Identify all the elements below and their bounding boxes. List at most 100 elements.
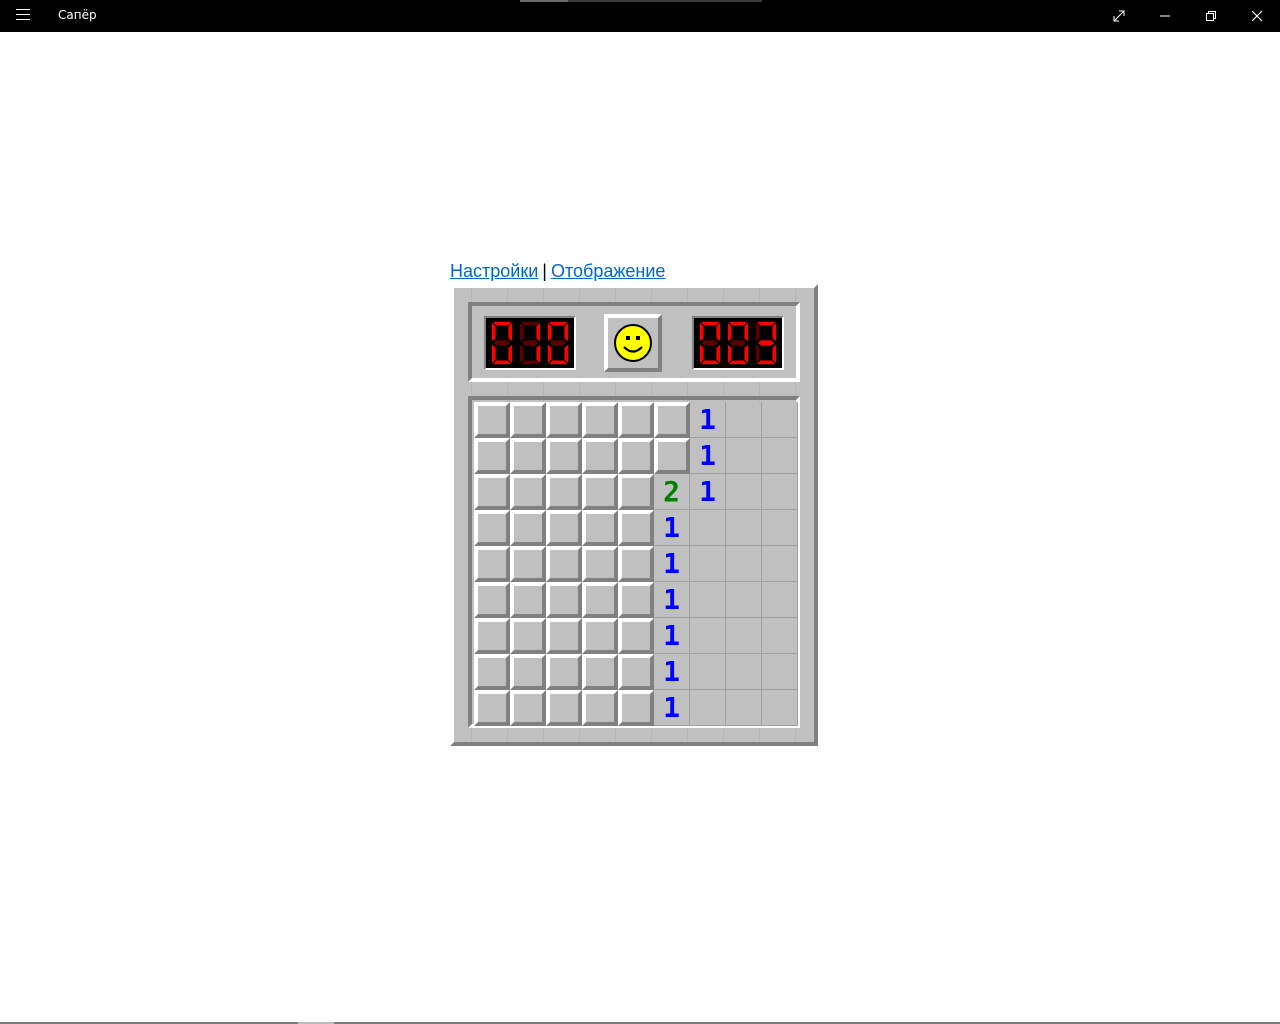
board-cell[interactable] xyxy=(762,402,798,438)
board-cell[interactable] xyxy=(762,510,798,546)
board-cell[interactable] xyxy=(762,654,798,690)
led-digit xyxy=(519,321,541,365)
hamburger-icon[interactable] xyxy=(16,9,30,22)
board-cell[interactable] xyxy=(546,402,582,438)
board-cell[interactable] xyxy=(762,438,798,474)
board-cell[interactable] xyxy=(546,654,582,690)
board-cell[interactable] xyxy=(726,582,762,618)
board-cell[interactable] xyxy=(618,402,654,438)
board-cell[interactable]: 1 xyxy=(654,546,690,582)
board-cell[interactable] xyxy=(618,654,654,690)
board-cell[interactable] xyxy=(582,474,618,510)
board-cell[interactable]: 1 xyxy=(690,474,726,510)
board-cell[interactable] xyxy=(582,654,618,690)
board-cell[interactable] xyxy=(690,582,726,618)
board-cell[interactable] xyxy=(582,582,618,618)
board-cell[interactable] xyxy=(546,618,582,654)
board-cell[interactable] xyxy=(690,546,726,582)
drag-indicator xyxy=(520,0,762,2)
board-cell[interactable] xyxy=(510,474,546,510)
new-game-button[interactable] xyxy=(604,314,662,372)
board-cell[interactable] xyxy=(762,618,798,654)
board-cell[interactable]: 1 xyxy=(654,618,690,654)
board-cell[interactable] xyxy=(474,510,510,546)
board-cell[interactable] xyxy=(582,618,618,654)
board-cell[interactable]: 2 xyxy=(654,474,690,510)
board-cell[interactable] xyxy=(618,582,654,618)
board-cell[interactable] xyxy=(546,510,582,546)
board-cell[interactable] xyxy=(762,546,798,582)
board-cell[interactable]: 1 xyxy=(690,438,726,474)
board-cell[interactable] xyxy=(546,438,582,474)
board-cell[interactable] xyxy=(726,510,762,546)
board-cell[interactable] xyxy=(546,546,582,582)
board-cell[interactable] xyxy=(726,402,762,438)
board-cell[interactable] xyxy=(762,582,798,618)
board-cell[interactable] xyxy=(474,690,510,726)
display-link[interactable]: Отображение xyxy=(551,261,665,281)
board-cell[interactable] xyxy=(510,690,546,726)
board-cell[interactable] xyxy=(654,402,690,438)
board-cell[interactable] xyxy=(762,474,798,510)
board-cell[interactable] xyxy=(726,654,762,690)
minimize-button[interactable] xyxy=(1142,0,1188,32)
board-cell[interactable]: 1 xyxy=(654,510,690,546)
board-cell[interactable] xyxy=(510,546,546,582)
board-cell[interactable] xyxy=(510,402,546,438)
board-cell[interactable] xyxy=(726,546,762,582)
board-cell[interactable] xyxy=(726,690,762,726)
cell-number: 1 xyxy=(699,474,716,508)
restore-button[interactable] xyxy=(1188,0,1234,32)
restore-icon xyxy=(1206,11,1216,21)
board-cell[interactable] xyxy=(546,582,582,618)
led-digit xyxy=(547,321,569,365)
board-cell[interactable] xyxy=(618,690,654,726)
board-cell[interactable] xyxy=(618,474,654,510)
board-cell[interactable] xyxy=(654,438,690,474)
board-cell[interactable] xyxy=(510,510,546,546)
board-cell[interactable] xyxy=(510,654,546,690)
board-cell[interactable] xyxy=(474,474,510,510)
board-cell[interactable] xyxy=(690,510,726,546)
board-cell[interactable] xyxy=(546,690,582,726)
board-cell[interactable] xyxy=(618,546,654,582)
board-cell[interactable] xyxy=(474,438,510,474)
board-cell[interactable] xyxy=(474,618,510,654)
led-digit xyxy=(491,321,513,365)
cell-number: 1 xyxy=(663,618,680,652)
board-cell[interactable] xyxy=(510,438,546,474)
board-cell[interactable]: 1 xyxy=(654,582,690,618)
board-cell[interactable] xyxy=(582,438,618,474)
board-cell[interactable]: 1 xyxy=(654,654,690,690)
cell-number: 1 xyxy=(663,582,680,616)
board-cell[interactable] xyxy=(618,510,654,546)
board-cell[interactable] xyxy=(582,546,618,582)
board-cell[interactable] xyxy=(546,474,582,510)
link-separator: | xyxy=(542,261,547,281)
board-cell[interactable] xyxy=(510,582,546,618)
board-cell[interactable] xyxy=(690,690,726,726)
board-cell[interactable] xyxy=(510,618,546,654)
close-button[interactable] xyxy=(1234,0,1280,32)
board-cell[interactable] xyxy=(726,474,762,510)
fullscreen-button[interactable] xyxy=(1096,0,1142,32)
board-cell[interactable] xyxy=(618,618,654,654)
board-cell[interactable] xyxy=(690,654,726,690)
board-cell[interactable] xyxy=(474,546,510,582)
settings-link[interactable]: Настройки xyxy=(450,261,538,281)
board-cell[interactable] xyxy=(582,402,618,438)
board-cell[interactable] xyxy=(582,510,618,546)
board-cell[interactable] xyxy=(762,690,798,726)
board-cell[interactable] xyxy=(618,438,654,474)
board-cell[interactable] xyxy=(726,438,762,474)
board-cell[interactable]: 1 xyxy=(654,690,690,726)
board-cell[interactable] xyxy=(726,618,762,654)
timer xyxy=(692,316,784,370)
board-cell[interactable]: 1 xyxy=(690,402,726,438)
board-cell[interactable] xyxy=(690,618,726,654)
board-cell[interactable] xyxy=(474,582,510,618)
board-cell[interactable] xyxy=(474,654,510,690)
board-cell[interactable] xyxy=(474,402,510,438)
board-cell[interactable] xyxy=(582,690,618,726)
status-panel xyxy=(468,302,800,382)
